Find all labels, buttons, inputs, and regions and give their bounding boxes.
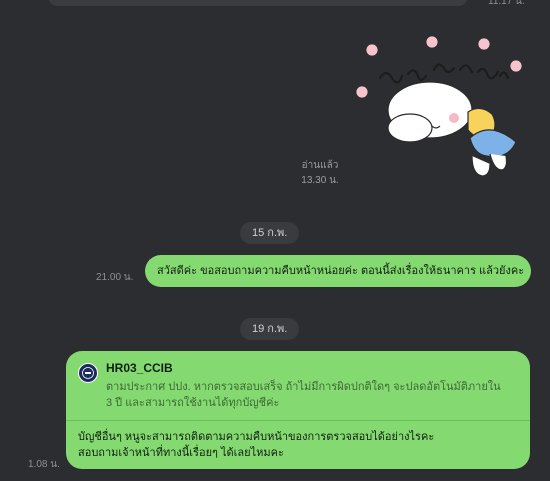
- date-separator: 15 ก.พ.: [240, 222, 300, 244]
- previous-message-bubble[interactable]: [48, 0, 468, 6]
- date-separator: 19 ก.พ.: [240, 318, 300, 340]
- sticker-image: [355, 35, 523, 177]
- quote-divider: [66, 420, 530, 421]
- read-time: 13.30 น.: [301, 175, 339, 186]
- message-bubble[interactable]: สวัสดีค่ะ ขอสอบถามความคืบหน้าหน่อยค่ะ ตอ…: [145, 255, 531, 287]
- read-receipt: อ่านแล้ว 13.30 น.: [290, 158, 350, 188]
- reply-message-bubble[interactable]: HR03_CCIB ตามประกาศ ปปง. หากตรวจสอบเสร็จ…: [66, 351, 530, 469]
- chat-window: 11.17 น. อ่านแล้ว 13.30 น. 15 ก.พ. 21.00…: [0, 0, 550, 481]
- message-time: 1.08 น.: [28, 459, 60, 470]
- read-status: อ่านแล้ว: [301, 160, 339, 171]
- avatar-icon: [78, 363, 98, 383]
- quoted-text: ตามประกาศ ปปง. หากตรวจสอบเสร็จ ถ้าไม่มีก…: [106, 381, 501, 409]
- message-text: บัญชีอื่นๆ หนูจะสามารถติดตามความคืบหน้าข…: [78, 431, 435, 459]
- thank-you-sticker[interactable]: [350, 30, 530, 185]
- previous-message-time: 11.17 น.: [488, 0, 525, 7]
- message-time: 21.00 น.: [96, 272, 134, 283]
- quoted-sender: HR03_CCIB: [106, 361, 173, 375]
